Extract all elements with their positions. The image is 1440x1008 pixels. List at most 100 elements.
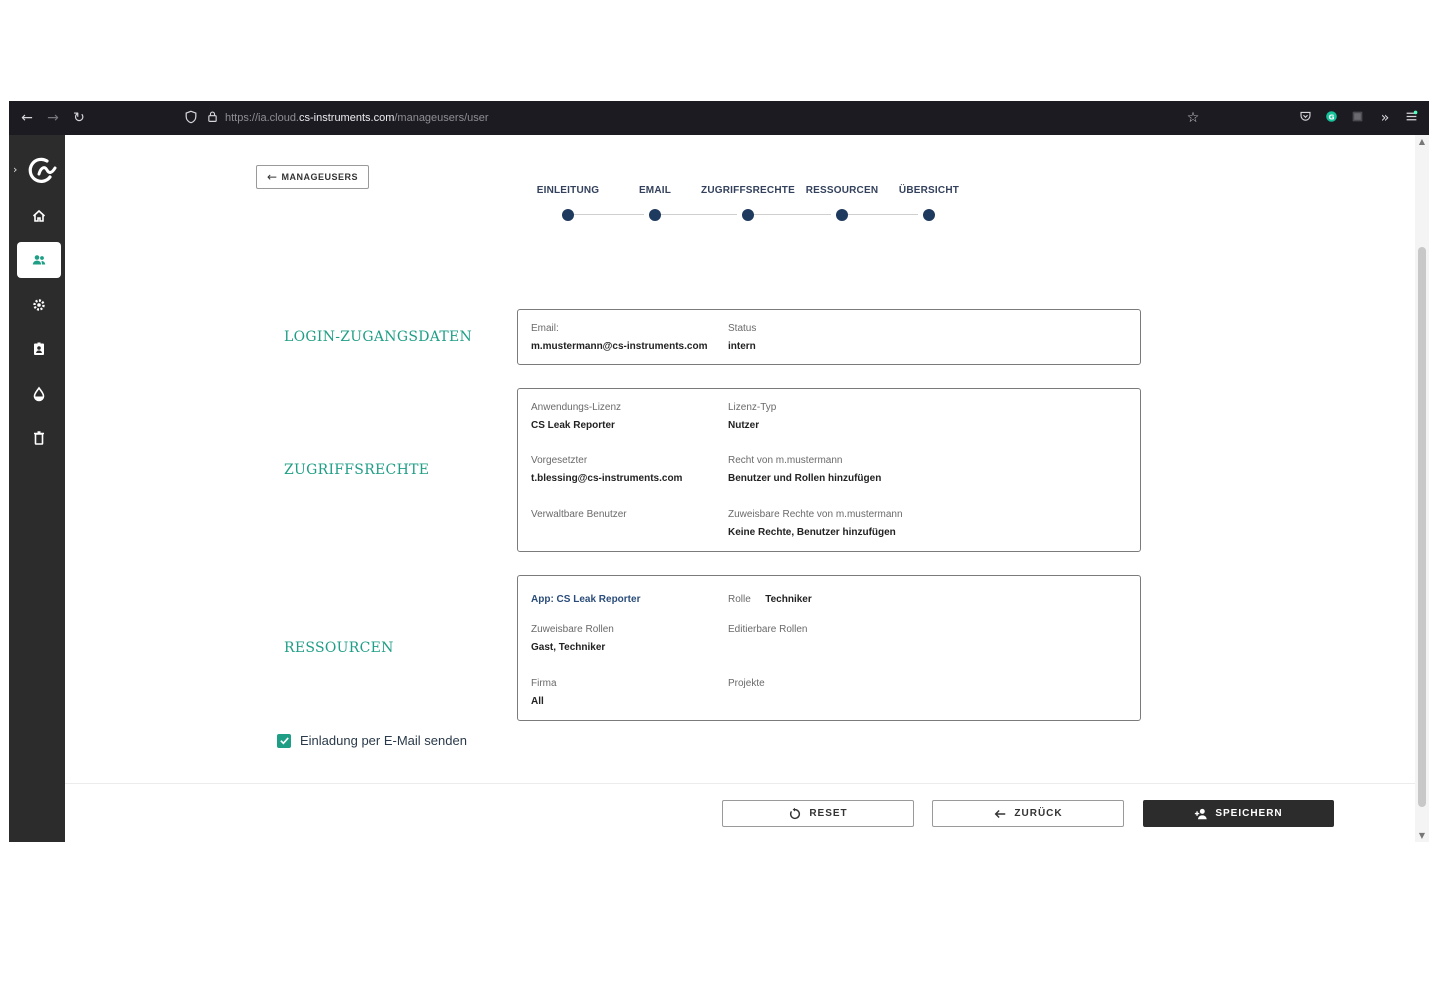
status-value: intern <box>728 341 756 352</box>
app-label: App: CS Leak Reporter <box>531 594 641 605</box>
pocket-icon[interactable] <box>1297 110 1313 126</box>
supervisor-label: Vorgesetzter <box>531 455 588 466</box>
status-label: Status <box>728 323 757 334</box>
assignable-rights-label: Zuweisbare Rechte von m.mustermann <box>728 509 903 520</box>
browser-toolbar: ← → ↻ https://ia.cloud.cs-instruments.co… <box>9 101 1429 135</box>
rights-value: Benutzer und Rollen hinzufügen <box>728 473 882 484</box>
sidebar-item-home[interactable] <box>17 198 61 234</box>
back-button[interactable]: ZURÜCK <box>932 800 1124 827</box>
license-type-label: Lizenz-Typ <box>728 402 777 413</box>
reload-icon[interactable]: ↻ <box>71 110 87 126</box>
stepper-connector <box>848 214 918 215</box>
save-button-label: SPEICHERN <box>1215 808 1283 819</box>
sidebar-item-trash[interactable] <box>17 420 61 456</box>
browser-window: ← → ↻ https://ia.cloud.cs-instruments.co… <box>9 101 1429 842</box>
assignable-rights-value: Keine Rechte, Benutzer hinzufügen <box>728 527 896 538</box>
url-host: cs-instruments.com <box>299 112 395 124</box>
app-sidebar: › <box>9 135 65 842</box>
role-label: Rolle <box>728 594 751 605</box>
add-user-icon <box>1195 808 1207 819</box>
sidebar-item-users[interactable] <box>17 242 61 278</box>
rights-field: Recht von m.mustermann Benutzer und Roll… <box>728 455 881 484</box>
chevron-right-icon[interactable]: › <box>13 163 17 176</box>
email-field: Email: m.mustermann@cs-instruments.com <box>531 323 707 352</box>
projects-label: Projekte <box>728 678 765 689</box>
assignable-roles-field: Zuweisbare Rollen Gast, Techniker <box>531 624 614 653</box>
assignable-roles-value: Gast, Techniker <box>531 642 606 653</box>
step-dot[interactable] <box>742 209 754 221</box>
step-dot[interactable] <box>562 209 574 221</box>
footer-divider <box>65 783 1415 784</box>
page-scrollbar[interactable]: ▲ ▼ <box>1415 135 1429 842</box>
reset-button[interactable]: RESET <box>722 800 914 827</box>
license-type-field: Lizenz-Typ Nutzer <box>728 402 776 431</box>
arrow-left-icon <box>995 809 1006 818</box>
save-button[interactable]: SPEICHERN <box>1143 800 1334 827</box>
license-label: Anwendungs-Lizenz <box>531 402 622 413</box>
step-dot[interactable] <box>923 209 935 221</box>
invite-email-checkbox-row[interactable]: Einladung per E-Mail senden <box>277 733 467 748</box>
sidebar-item-settings[interactable] <box>17 287 61 323</box>
supervisor-value: t.blessing@cs-instruments.com <box>531 473 683 484</box>
trash-icon <box>34 431 44 445</box>
email-value: m.mustermann@cs-instruments.com <box>531 341 708 352</box>
overflow-chevrons-icon[interactable]: » <box>1377 110 1393 126</box>
reset-icon <box>790 807 801 819</box>
step-uebersicht[interactable]: ÜBERSICHT <box>869 185 989 196</box>
back-to-manageusers-button[interactable]: ← MANAGEUSERS <box>256 165 369 189</box>
step-label: ÜBERSICHT <box>898 185 960 196</box>
section-title-access: ZUGRIFFSRECHTE <box>284 462 430 478</box>
company-field: Firma All <box>531 678 557 707</box>
status-field: Status intern <box>728 323 756 352</box>
svg-text:G: G <box>1328 112 1334 121</box>
managed-users-label: Verwaltbare Benutzer <box>531 509 627 520</box>
invite-checkbox[interactable] <box>277 733 291 748</box>
lock-icon[interactable] <box>204 110 220 126</box>
address-bar[interactable]: https://ia.cloud.cs-instruments.com/mana… <box>225 112 489 124</box>
step-dot[interactable] <box>649 209 661 221</box>
extension-grammarly-icon[interactable]: G <box>1323 110 1339 126</box>
wizard-stepper: EINLEITUNG EMAIL ZUGRIFFSRECHTE RESSOURC… <box>515 185 975 235</box>
license-field: Anwendungs-Lizenz CS Leak Reporter <box>531 402 621 431</box>
url-path: /manageusers/user <box>394 112 489 124</box>
license-type-value: Nutzer <box>728 420 760 431</box>
section-title-login: LOGIN-ZUGANGSDATEN <box>284 329 473 345</box>
role-value: Techniker <box>765 594 812 605</box>
sidebar-item-contacts[interactable] <box>17 331 61 367</box>
back-arrow-icon[interactable]: ← <box>19 110 35 126</box>
app-menu-icon[interactable] <box>1403 110 1419 126</box>
back-button-label: MANAGEUSERS <box>281 172 359 182</box>
section-title-resources: RESSOURCEN <box>284 640 394 656</box>
scroll-up-icon[interactable]: ▲ <box>1417 137 1427 146</box>
sidebar-item-leak[interactable] <box>17 376 61 412</box>
invite-checkbox-label: Einladung per E-Mail senden <box>300 733 467 748</box>
back-button-label: ZURÜCK <box>1014 808 1063 819</box>
editable-roles-field: Editierbare Rollen <box>728 624 808 635</box>
stepper-connector <box>754 214 831 215</box>
home-icon <box>32 209 46 222</box>
editable-roles-label: Editierbare Rollen <box>728 624 808 635</box>
assignable-rights-field: Zuweisbare Rechte von m.mustermann Keine… <box>728 509 903 538</box>
stepper-connector <box>661 214 737 215</box>
managed-users-field: Verwaltbare Benutzer <box>531 509 627 520</box>
reset-button-label: RESET <box>809 808 848 819</box>
extension-icon[interactable] <box>1349 110 1365 126</box>
checkmark-icon <box>279 737 289 745</box>
forward-arrow-icon[interactable]: → <box>45 110 61 126</box>
supervisor-field: Vorgesetzter t.blessing@cs-instruments.c… <box>531 455 682 484</box>
license-value: CS Leak Reporter <box>531 420 615 431</box>
projects-field: Projekte <box>728 678 765 689</box>
app-logo-icon[interactable] <box>27 155 59 187</box>
step-dot[interactable] <box>836 209 848 221</box>
tracking-shield-icon[interactable] <box>183 110 199 126</box>
contact-badge-icon <box>34 342 44 355</box>
bookmark-star-icon[interactable]: ☆ <box>1185 110 1201 126</box>
scrollbar-thumb[interactable] <box>1418 247 1426 807</box>
email-label: Email: <box>531 323 559 334</box>
scroll-down-icon[interactable]: ▼ <box>1417 831 1427 840</box>
assignable-roles-label: Zuweisbare Rollen <box>531 624 614 635</box>
stepper-connector <box>574 214 644 215</box>
drop-icon <box>33 386 45 402</box>
app-field: App: CS Leak Reporter <box>531 589 640 607</box>
rights-label: Recht von m.mustermann <box>728 455 843 466</box>
